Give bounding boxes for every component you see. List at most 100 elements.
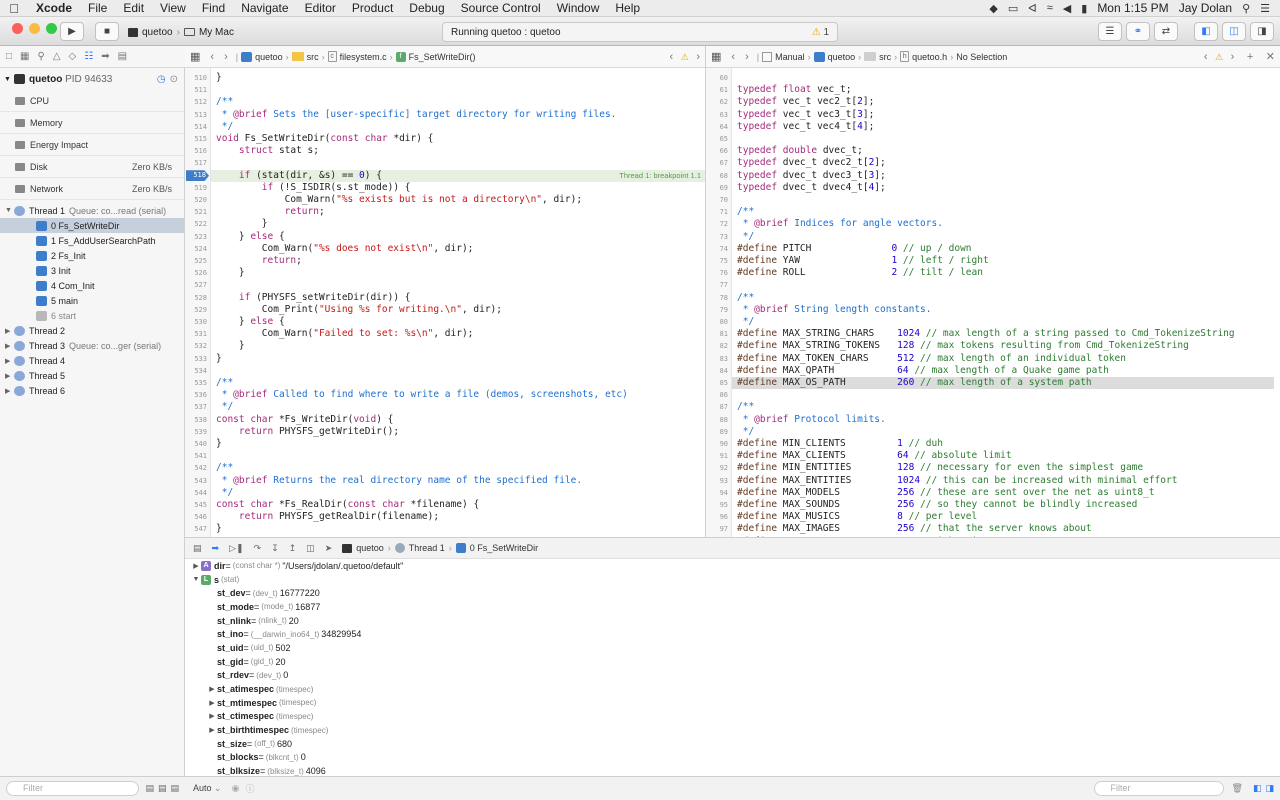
jump-folder[interactable]: src xyxy=(307,52,319,62)
menu-find[interactable]: Find xyxy=(194,1,233,15)
menu-debug[interactable]: Debug xyxy=(401,1,452,15)
code-line[interactable]: return; xyxy=(216,206,325,218)
jump-folder[interactable]: src xyxy=(879,52,891,62)
right-source-editor[interactable]: 60 61 typedef float vec_t; 62 typedef vec_t … xyxy=(706,68,1280,537)
hide-debug-area-icon[interactable]: ▤ xyxy=(193,543,202,554)
disclosure-open-icon[interactable]: ▼ xyxy=(5,207,14,214)
code-line[interactable]: return PHYSFS_getWriteDir(); xyxy=(216,426,399,438)
next-issue-icon[interactable]: › xyxy=(691,51,705,63)
code-line[interactable]: typedef vec_t vec2_t[2]; xyxy=(737,96,874,108)
close-window-dot[interactable] xyxy=(12,23,23,34)
code-line[interactable]: */ xyxy=(216,121,233,133)
version-editor-button[interactable]: ⇄ xyxy=(1154,22,1178,41)
symbol-navigator-icon[interactable]: ▦ xyxy=(20,51,29,62)
thread-row[interactable]: ▶ Thread 3 Queue: co...ger (serial) xyxy=(0,338,184,353)
code-line[interactable]: /** xyxy=(216,377,233,389)
close-editor-icon[interactable]: ✕ xyxy=(1261,51,1280,63)
variable-row[interactable]: ▶ st_birthtimespec (timespec) xyxy=(185,723,1280,737)
trash-icon[interactable]: 🗑 xyxy=(1232,783,1243,794)
standard-editor-button[interactable]: ☰ xyxy=(1098,22,1122,41)
assistant-editor-button[interactable]: ⚭ xyxy=(1126,22,1150,41)
minimize-window-dot[interactable] xyxy=(29,23,40,34)
code-line[interactable]: #define MAX_IMAGES 256 // that the serve… xyxy=(737,523,1092,535)
code-line[interactable]: */ xyxy=(737,316,754,328)
console-filter-input[interactable]: Filter xyxy=(1093,781,1224,796)
code-line[interactable]: #define MAX_OS_PATH 260 // max length of… xyxy=(737,377,1092,389)
gauge-row[interactable]: Network Zero KB/s xyxy=(0,178,184,200)
dropbox-icon[interactable]: ◆ xyxy=(989,2,997,15)
code-line[interactable]: Com_Warn("Failed to set: %s\n", dir); xyxy=(216,328,474,340)
code-line[interactable]: #define MAX_MODELS 256 // these are sent… xyxy=(737,487,1155,499)
filter-running-icon[interactable]: ▤ xyxy=(158,783,167,794)
code-line[interactable]: } xyxy=(216,353,222,365)
stack-frame-row[interactable]: 4 Com_Init xyxy=(0,278,184,293)
menu-help[interactable]: Help xyxy=(607,1,648,15)
run-button[interactable]: ▶ xyxy=(60,22,84,41)
code-line[interactable]: * @brief String length constants. xyxy=(737,304,932,316)
code-line[interactable]: typedef vec_t vec3_t[3]; xyxy=(737,109,874,121)
code-line[interactable]: } else { xyxy=(216,231,285,243)
warning-icon[interactable]: ⚠ xyxy=(681,52,689,62)
code-line[interactable]: typedef float vec_t; xyxy=(737,84,851,96)
code-line[interactable]: void Fs_SetWriteDir(const char *dir) { xyxy=(216,133,433,145)
variable-row[interactable]: st_rdev = (dev_t) 0 xyxy=(185,669,1280,683)
thread-row[interactable]: ▶ Thread 6 xyxy=(0,383,184,398)
disclosure-closed-icon[interactable]: ▶ xyxy=(5,387,14,395)
disclosure-closed-icon[interactable]: ▶ xyxy=(5,327,14,335)
code-line[interactable]: if (!S_ISDIR(s.st_mode)) { xyxy=(216,182,411,194)
notification-center-icon[interactable]: ☰ xyxy=(1260,2,1270,15)
code-line[interactable]: typedef vec_t vec4_t[4]; xyxy=(737,121,874,133)
code-line[interactable]: */ xyxy=(216,401,233,413)
variable-row[interactable]: ▶ st_mtimespec (timespec) xyxy=(185,696,1280,710)
scheme-selector[interactable]: quetoo › My Mac xyxy=(128,23,234,41)
code-line[interactable]: typedef dvec_t dvec4_t[4]; xyxy=(737,182,886,194)
variable-row[interactable]: ▶ st_ctimespec (timespec) xyxy=(185,710,1280,724)
code-line[interactable]: } else { xyxy=(216,316,285,328)
code-line[interactable]: * @brief Called to find where to write a… xyxy=(216,389,628,401)
code-line[interactable]: const char *Fs_WriteDir(void) { xyxy=(216,414,393,426)
thread-row[interactable]: ▼ Thread 1 Queue: co...read (serial) xyxy=(0,203,184,218)
code-line[interactable]: } xyxy=(216,438,222,450)
options-icon[interactable]: ⊙ xyxy=(166,74,184,85)
disclosure-closed-icon[interactable]: ▶ xyxy=(207,699,217,707)
code-line[interactable]: } xyxy=(216,267,245,279)
code-line[interactable]: typedef double dvec_t; xyxy=(737,145,863,157)
debug-crumb-frame[interactable]: 0 Fs_SetWriteDir xyxy=(470,543,538,553)
airplay-icon[interactable]: ▭ xyxy=(1008,2,1018,15)
process-row[interactable]: ▼ quetoo PID 94633 ◷ ⊙ xyxy=(0,68,184,90)
code-line[interactable]: const char *Fs_RealDir(const char *filen… xyxy=(216,499,479,511)
disclosure-closed-icon[interactable]: ▶ xyxy=(207,726,217,734)
previous-issue-icon[interactable]: ‹ xyxy=(1199,51,1213,63)
jump-project[interactable]: quetoo xyxy=(255,52,283,62)
menu-xcode[interactable]: Xcode xyxy=(28,1,80,15)
code-line[interactable]: */ xyxy=(737,426,754,438)
forward-arrow-icon[interactable]: › xyxy=(740,51,754,63)
menu-window[interactable]: Window xyxy=(549,1,608,15)
menu-editor[interactable]: Editor xyxy=(297,1,344,15)
code-line[interactable]: #define ROLL 2 // tilt / lean xyxy=(737,267,983,279)
thread-row[interactable]: ▶ Thread 2 xyxy=(0,323,184,338)
jump-symbol[interactable]: Fs_SetWriteDir() xyxy=(409,52,476,62)
stack-frame-row[interactable]: 1 Fs_AddUserSearchPath xyxy=(0,233,184,248)
filter-more-icon[interactable]: ▤ xyxy=(170,783,179,794)
back-arrow-icon[interactable]: ‹ xyxy=(205,51,219,63)
variables-mode-select[interactable]: Auto ⌄ xyxy=(193,783,222,794)
variable-row[interactable]: st_ino = (__darwin_ino64_t) 34829954 xyxy=(185,627,1280,641)
step-over-icon[interactable]: ↷ xyxy=(254,543,262,554)
variable-row[interactable]: st_blksize = (blksize_t) 4096 xyxy=(185,764,1280,776)
add-editor-icon[interactable]: + xyxy=(1242,51,1258,63)
report-navigator-icon[interactable]: ▤ xyxy=(118,51,127,62)
code-line[interactable]: #define MAX_STRING_TOKENS 128 // max tok… xyxy=(737,340,1189,352)
debug-crumb-thread[interactable]: Thread 1 xyxy=(409,543,445,553)
related-items-icon[interactable]: ▦ xyxy=(185,50,205,63)
test-navigator-icon[interactable]: ◇ xyxy=(69,51,77,62)
jump-file[interactable]: quetoo.h xyxy=(912,52,947,62)
stack-frame-row[interactable]: 2 Fs_Init xyxy=(0,248,184,263)
code-line[interactable]: * @brief Indices for angle vectors. xyxy=(737,218,943,230)
code-line[interactable]: #define MIN_ENTITIES 128 // necessary fo… xyxy=(737,462,1143,474)
continue-icon[interactable]: ▷❚ xyxy=(229,543,243,554)
stack-frame-row[interactable]: 0 Fs_SetWriteDir xyxy=(0,218,184,233)
variable-row[interactable]: ▶ Adir = (const char *) "/Users/jdolan/.que… xyxy=(185,559,1280,573)
code-line[interactable]: struct stat s; xyxy=(216,145,319,157)
code-line[interactable]: /** xyxy=(737,206,754,218)
